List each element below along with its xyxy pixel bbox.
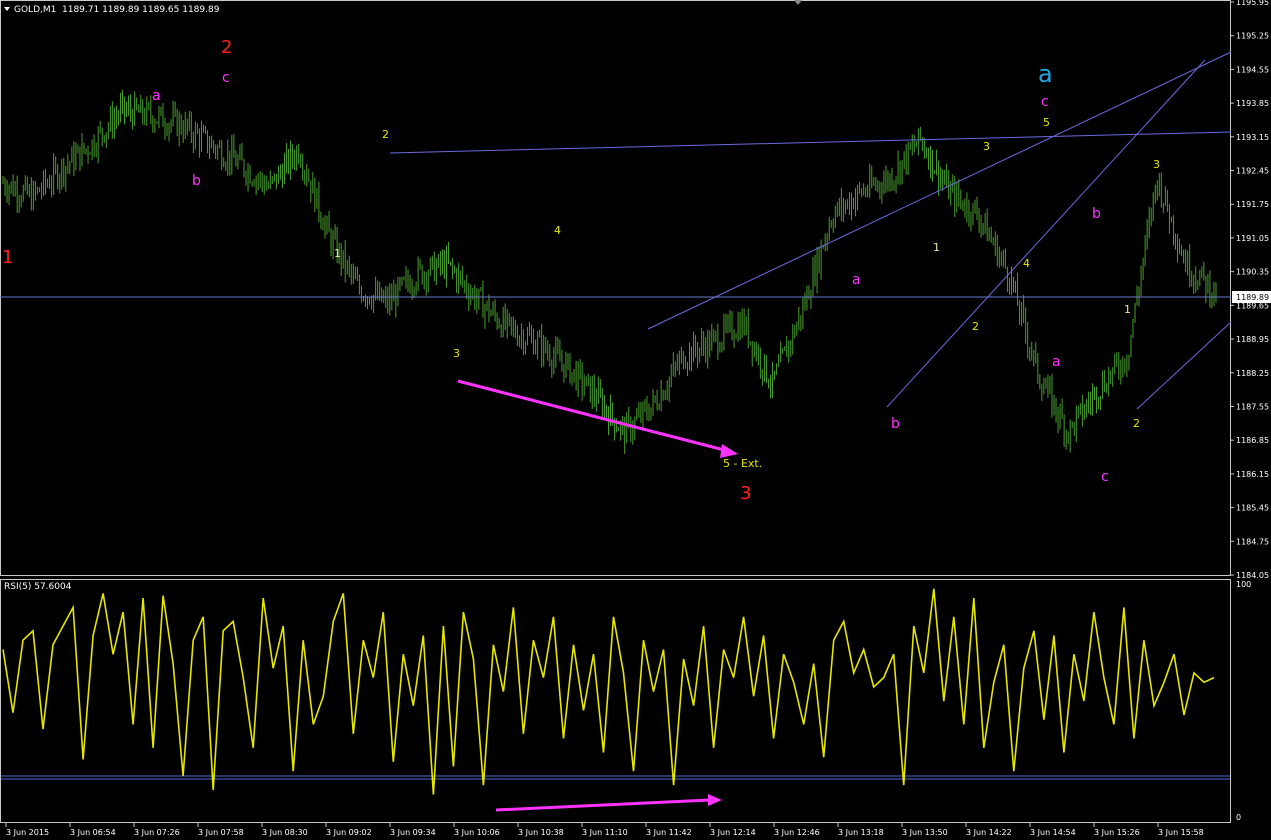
wave-label: 2 [972, 320, 979, 333]
wave-label: 5 - Ext. [723, 457, 762, 470]
wave-label: 1 [1124, 303, 1131, 316]
time-axis-label: 3 Jun 14:22 [966, 828, 1012, 837]
price-axis-label: 1191.75 [1236, 200, 1269, 209]
price-axis-label: 1192.45 [1236, 167, 1269, 176]
price-axis-label: 1185.45 [1236, 504, 1269, 513]
price-axis-label: 1188.25 [1236, 369, 1269, 378]
wave-label: c [222, 70, 230, 86]
wave-label: c [1041, 94, 1049, 110]
price-axis-label: 1184.75 [1236, 537, 1269, 546]
time-axis-label: 3 Jun 13:18 [838, 828, 884, 837]
price-axis-label: 1190.35 [1236, 268, 1269, 277]
time-axis-label: 3 Jun 14:54 [1030, 828, 1076, 837]
time-axis-label: 3 Jun 06:54 [70, 828, 116, 837]
wave-label: b [1092, 206, 1101, 222]
wave-label: 1 [334, 247, 341, 260]
time-axis-label: 3 Jun 11:42 [646, 828, 692, 837]
price-axis-label: 1193.15 [1236, 133, 1269, 142]
price-axis-label: 1187.55 [1236, 402, 1269, 411]
wave-label: a [1038, 60, 1053, 88]
wave-label: a [152, 88, 161, 104]
price-axis-label: 1188.95 [1236, 335, 1269, 344]
rsi-indicator-label: RSI(5) 57.6004 [4, 582, 72, 592]
wave-label: 2 [221, 37, 232, 58]
wave-label: 1 [2, 247, 13, 268]
wave-label: b [891, 416, 900, 432]
time-axis-label: 3 Jun 15:58 [1158, 828, 1204, 837]
wave-label: 3 [453, 347, 460, 360]
time-axis-label: 3 Jun 12:14 [710, 828, 756, 837]
price-axis-label: 1184.05 [1236, 571, 1269, 580]
wave-label: 3 [740, 483, 751, 504]
wave-label: 3 [1153, 158, 1160, 171]
rsi-axis-top-label: 100 [1236, 580, 1251, 589]
symbol-label: GOLD,M1 [14, 5, 56, 15]
time-axis-label: 3 Jun 15:26 [1094, 828, 1140, 837]
wave-label: 2 [1133, 417, 1140, 430]
wave-label: 1 [933, 241, 940, 254]
time-axis-label: 3 Jun 12:46 [774, 828, 820, 837]
price-axis-label: 1186.15 [1236, 470, 1269, 479]
wave-label: 5 [1043, 116, 1050, 129]
time-axis-label: 3 Jun 10:06 [454, 828, 500, 837]
price-axis-label: 1195.95 [1236, 0, 1269, 7]
wave-label: 4 [1023, 257, 1030, 270]
time-axis-label: 3 Jun 10:38 [518, 828, 564, 837]
time-axis-label: 3 Jun 2015 [6, 828, 49, 837]
wave-label: 3 [983, 140, 990, 153]
time-axis-label: 3 Jun 07:58 [198, 828, 244, 837]
price-axis-label: 1195.25 [1236, 32, 1269, 41]
price-axis-label: 1191.05 [1236, 234, 1269, 243]
wave-label: a [852, 272, 861, 288]
time-axis-label: 3 Jun 09:02 [326, 828, 372, 837]
wave-label: c [1101, 469, 1109, 485]
ohlc-label: 1189.71 1189.89 1189.65 1189.89 [62, 5, 220, 15]
trading-chart: GOLD,M1 1189.71 1189.89 1189.65 1189.89 … [0, 0, 1271, 840]
time-axis-label: 3 Jun 09:34 [390, 828, 436, 837]
time-axis-label: 3 Jun 07:26 [134, 828, 180, 837]
price-axis-label: 1194.55 [1236, 65, 1269, 74]
rsi-axis-bottom-label: 0 [1236, 813, 1241, 822]
wave-label: 2 [382, 128, 389, 141]
wave-label: b [192, 173, 201, 189]
time-axis-label: 3 Jun 11:10 [582, 828, 628, 837]
time-axis-label: 3 Jun 08:30 [262, 828, 308, 837]
current-price-label: 1189.89 [1236, 293, 1269, 302]
time-axis-label: 3 Jun 13:50 [902, 828, 948, 837]
price-axis-label: 1186.85 [1236, 436, 1269, 445]
price-axis-label: 1193.85 [1236, 99, 1269, 108]
wave-label: 4 [554, 224, 561, 237]
wave-label: a [1052, 354, 1061, 370]
